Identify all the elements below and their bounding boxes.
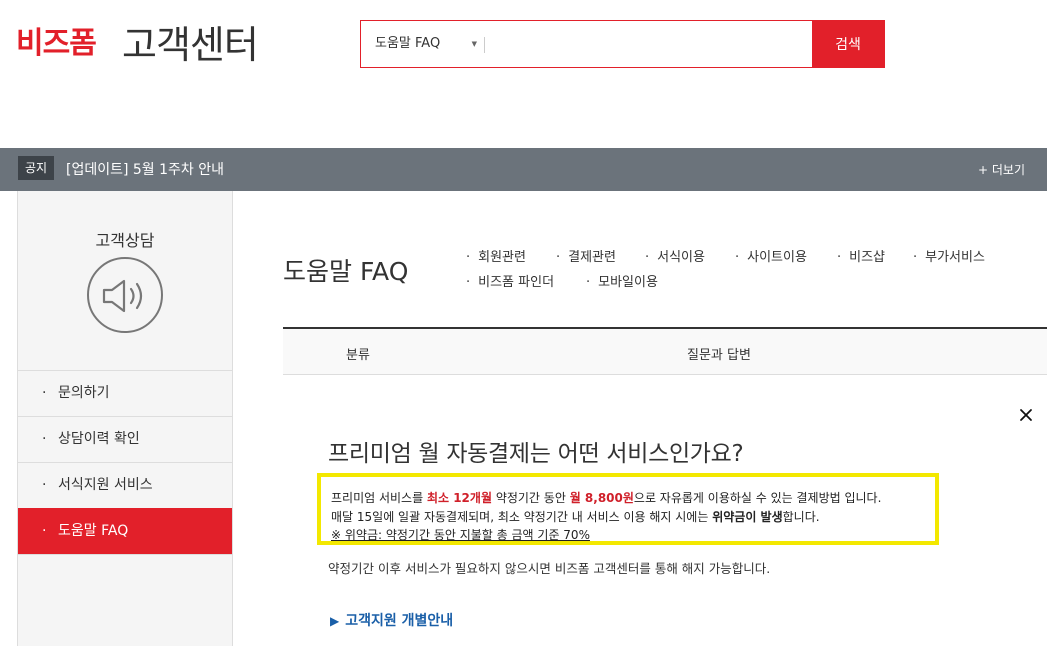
speaker-icon [87,257,163,333]
answer-line-3: ※ 위약금: 약정기간 동안 지불할 총 금액 기준 70% [331,528,590,542]
category-link-bizshop[interactable]: · 비즈샵 [837,246,885,265]
column-header-category: 분류 [346,348,370,363]
category-link-mobile[interactable]: · 모바일이용 [586,271,658,290]
chevron-down-icon: ▼ [471,40,477,48]
category-link-forms[interactable]: · 서식이용 [645,246,705,265]
close-icon-glyph [1020,409,1032,421]
triangle-right-icon: ▶ [330,614,340,628]
notice-more-link[interactable]: + 더보기 [978,161,1025,178]
answer-highlight-box: 프리미엄 서비스를 최소 12개월 약정기간 동안 월 8,800원으로 자유롭… [317,473,939,545]
search-category-select[interactable]: 도움말 FAQ ▼ [361,21,483,67]
answer-text: 프리미엄 서비스를 [331,491,427,505]
answer-line-1: 프리미엄 서비스를 최소 12개월 약정기간 동안 월 8,800원으로 자유롭… [331,489,881,506]
notice-badge: 공지 [18,156,54,180]
close-icon[interactable] [1016,405,1036,425]
bullet: · [42,523,47,539]
answer-highlight: 최소 12개월 [426,491,492,505]
answer-extra-text: 약정기간 이후 서비스가 필요하지 않으시면 비즈폼 고객센터를 통해 해지 가… [328,561,771,576]
search-divider [484,37,485,53]
category-link-site[interactable]: · 사이트이용 [735,246,807,265]
faq-question: 프리미엄 월 자동결제는 어떤 서비스인가요? [328,441,744,467]
bullet: · [42,477,47,493]
answer-line-2: 매달 15일에 일괄 자동결제되며, 최소 약정기간 내 서비스 이용 해지 시… [331,508,820,525]
bullet: · [42,431,47,447]
category-link-member[interactable]: · 회원관련 [466,246,526,265]
sidebar: 고객상담 · 문의하기 · 상담이력 확인 · 서식지원 서비스 · 도움말 FAQ [17,191,233,646]
answer-text: 합니다. [782,510,820,524]
sidebar-item-history[interactable]: · 상담이력 확인 [18,416,232,462]
category-label: 회원관련 [478,250,526,265]
sidebar-empty-area [18,554,232,646]
brand-logo[interactable]: 비즈폼 [16,18,97,62]
search-button[interactable]: 검색 [812,21,884,67]
answer-bold: 위약금이 발생 [712,510,783,524]
sidebar-item-faq[interactable]: · 도움말 FAQ [18,508,232,554]
bullet: · [42,385,47,401]
sidebar-item-label: 도움말 FAQ [58,523,129,539]
support-guide-link[interactable]: ▶ 고객지원 개별안내 [330,610,453,630]
category-label: 모바일이용 [598,275,658,290]
sidebar-item-label: 서식지원 서비스 [58,477,153,493]
category-link-payment[interactable]: · 결제관련 [556,246,616,265]
category-label: 사이트이용 [747,250,807,265]
search-bar: 도움말 FAQ ▼ 검색 [360,20,885,68]
category-label: 결제관련 [568,250,616,265]
answer-text: 매달 15일에 일괄 자동결제되며, 최소 약정기간 내 서비스 이용 해지 시… [331,510,713,524]
speaker-icon-glyph [102,279,143,313]
category-link-finder[interactable]: · 비즈폼 파인더 [466,271,554,290]
category-label: 비즈폼 파인더 [478,275,555,290]
header: 비즈폼 고객센터 도움말 FAQ ▼ 검색 [0,0,1047,148]
page-title[interactable]: 고객센터 [122,14,259,69]
category-label: 서식이용 [657,250,705,265]
search-input[interactable] [487,22,812,66]
answer-highlight: 월 8,800원 [569,491,634,505]
sidebar-title: 고객상담 [95,231,155,250]
faq-table-header: 분류 질문과 답변 [283,327,1047,375]
answer-text: 약정기간 동안 [492,491,570,505]
category-link-addon[interactable]: · 부가서비스 [913,246,985,265]
search-category-value: 도움말 FAQ [375,36,441,51]
sidebar-item-label: 상담이력 확인 [58,431,140,447]
sidebar-item-label: 문의하기 [58,385,110,401]
faq-heading: 도움말 FAQ [283,257,409,286]
category-label: 비즈샵 [849,250,886,265]
support-guide-label: 고객지원 개별안내 [345,613,454,629]
answer-text: 으로 자유롭게 이용하실 수 있는 결제방법 입니다. [633,491,882,505]
sidebar-item-form-support[interactable]: · 서식지원 서비스 [18,462,232,508]
category-label: 부가서비스 [925,250,985,265]
notice-bar: 공지 [업데이트] 5월 1주차 안내 + 더보기 [0,148,1047,191]
column-header-qa: 질문과 답변 [687,348,751,363]
notice-link[interactable]: [업데이트] 5월 1주차 안내 [66,159,224,179]
sidebar-item-inquiry[interactable]: · 문의하기 [18,370,232,416]
